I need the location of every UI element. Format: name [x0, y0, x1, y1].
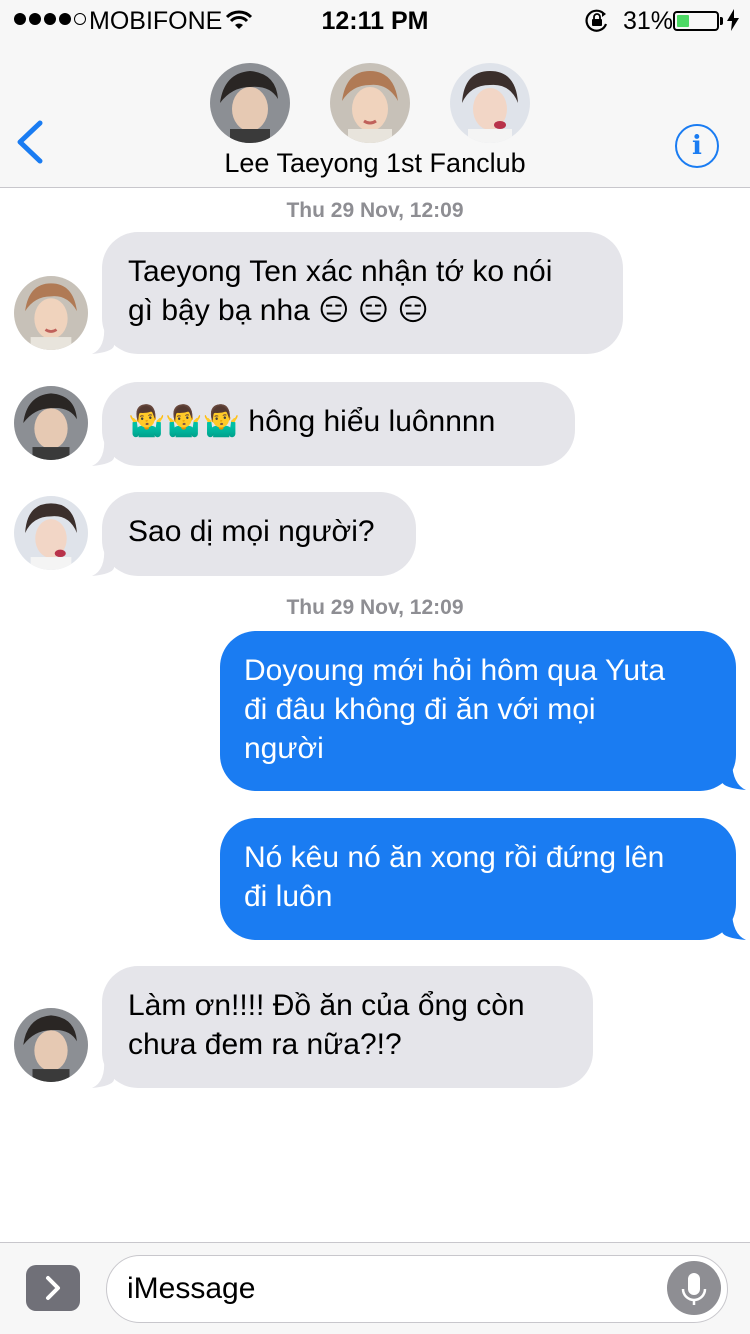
- info-button[interactable]: i: [675, 124, 719, 168]
- compose-bar: iMessage: [0, 1242, 750, 1334]
- message-input[interactable]: iMessage: [106, 1255, 728, 1323]
- avatar[interactable]: [14, 496, 88, 570]
- timestamp-time: 12:09: [409, 596, 464, 619]
- group-avatars[interactable]: [0, 63, 750, 143]
- message-line: Doyoung mới hỏi hôm qua Yuta: [244, 654, 666, 687]
- battery-cap: [720, 17, 723, 25]
- message-line: Nó kêu nó ăn xong rồi đứng lên: [244, 841, 665, 874]
- message-line: đi luôn: [244, 880, 333, 913]
- status-bar: MOBIFONE 12:11 PM 31%: [0, 0, 750, 40]
- chevron-right-icon: [46, 1276, 60, 1300]
- message-line: Taeyong Ten xác nhận tớ ko nói: [128, 255, 553, 288]
- battery-icon: [673, 11, 719, 31]
- incoming-message[interactable]: 🤷‍♂️🤷‍♂️🤷‍♂️ hông hiểu luônnnn: [102, 382, 575, 466]
- conversation-title[interactable]: Lee Taeyong 1st Fanclub: [0, 148, 750, 179]
- app-drawer-button[interactable]: [26, 1265, 80, 1311]
- avatar[interactable]: [14, 386, 88, 460]
- avatar[interactable]: [450, 63, 530, 143]
- timestamp-date: Thu 29 Nov,: [286, 596, 404, 619]
- message-line: Sao dị mọi người?: [128, 515, 375, 548]
- timestamp-date: Thu 29 Nov,: [286, 199, 404, 222]
- message-line: gì bậy bạ nha 😑 😑 😑: [128, 294, 429, 327]
- message-line: 🤷‍♂️🤷‍♂️🤷‍♂️ hông hiểu luônnnn: [128, 405, 496, 438]
- message-line: người: [244, 732, 324, 765]
- outgoing-message[interactable]: Doyoung mới hỏi hôm qua Yuta đi đâu khôn…: [220, 631, 736, 791]
- rotation-lock-icon: [584, 8, 610, 39]
- timestamp-time: 12:09: [409, 199, 464, 222]
- message-line: đi đâu không đi ăn với mọi: [244, 693, 596, 726]
- info-icon: i: [692, 131, 702, 161]
- battery-percent: 31%: [623, 7, 674, 35]
- avatar[interactable]: [330, 63, 410, 143]
- charging-icon: [727, 9, 739, 37]
- message-timestamp: Thu 29 Nov, 12:09: [0, 596, 750, 620]
- avatar[interactable]: [210, 63, 290, 143]
- avatar[interactable]: [14, 1008, 88, 1082]
- conversation-header: Lee Taeyong 1st Fanclub i: [0, 40, 750, 188]
- incoming-message[interactable]: Taeyong Ten xác nhận tớ ko nói gì bậy bạ…: [102, 232, 623, 354]
- microphone-icon: [681, 1273, 707, 1305]
- dictation-button[interactable]: [667, 1261, 721, 1315]
- avatar[interactable]: [14, 276, 88, 350]
- incoming-message[interactable]: Làm ơn!!!! Đồ ăn của ổng còn chưa đem ra…: [102, 966, 593, 1088]
- message-line: chưa đem ra nữa?!?: [128, 1028, 402, 1061]
- message-line: Làm ơn!!!! Đồ ăn của ổng còn: [128, 989, 525, 1022]
- outgoing-message[interactable]: Nó kêu nó ăn xong rồi đứng lên đi luôn: [220, 818, 736, 940]
- message-timestamp: Thu 29 Nov, 12:09: [0, 199, 750, 223]
- message-input-placeholder: iMessage: [127, 1272, 256, 1305]
- incoming-message[interactable]: Sao dị mọi người?: [102, 492, 416, 576]
